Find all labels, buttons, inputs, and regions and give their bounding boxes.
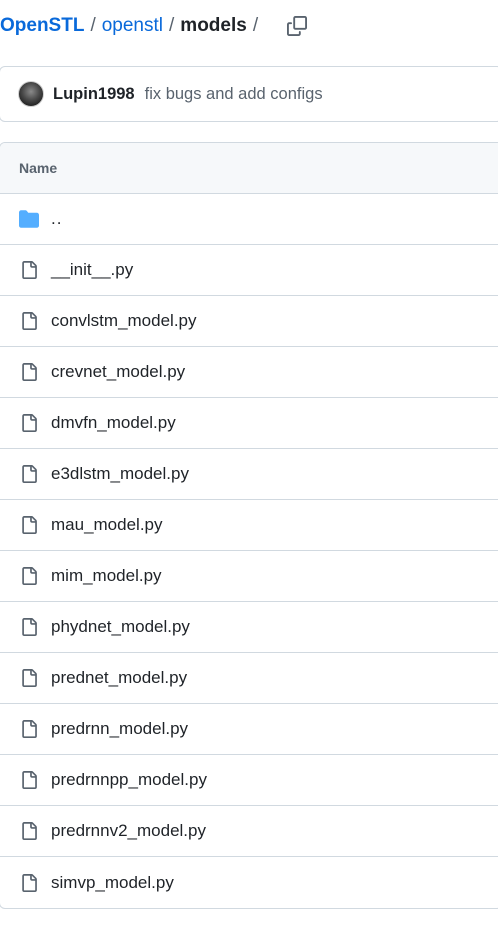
breadcrumb-separator: / — [252, 15, 259, 36]
commit-message-link[interactable]: fix bugs and add configs — [145, 85, 323, 104]
file-row[interactable]: phydnet_model.py — [0, 602, 498, 653]
file-row[interactable]: prednet_model.py — [0, 653, 498, 704]
file-row[interactable]: predrnnpp_model.py — [0, 755, 498, 806]
file-icon — [18, 872, 40, 894]
file-name-link[interactable]: prednet_model.py — [51, 668, 187, 688]
file-icon — [18, 565, 40, 587]
file-row[interactable]: crevnet_model.py — [0, 347, 498, 398]
file-name-link[interactable]: __init__.py — [51, 260, 133, 280]
parent-directory-link[interactable]: .. — [51, 209, 62, 229]
file-icon — [18, 412, 40, 434]
breadcrumb-separator: / — [90, 15, 96, 36]
breadcrumb-owner-link[interactable]: OpenSTL — [0, 15, 84, 37]
breadcrumb-repo-link[interactable]: openstl — [102, 15, 163, 37]
file-icon — [18, 616, 40, 638]
file-name-link[interactable]: dmvfn_model.py — [51, 413, 176, 433]
file-row[interactable]: e3dlstm_model.py — [0, 449, 498, 500]
file-icon — [18, 310, 40, 332]
file-row[interactable]: simvp_model.py — [0, 857, 498, 908]
latest-commit-bar: Lupin1998 fix bugs and add configs — [0, 66, 498, 122]
file-name-link[interactable]: simvp_model.py — [51, 873, 174, 893]
file-name-link[interactable]: predrnnv2_model.py — [51, 821, 206, 841]
file-name-link[interactable]: e3dlstm_model.py — [51, 464, 189, 484]
file-icon — [18, 769, 40, 791]
file-name-link[interactable]: predrnn_model.py — [51, 719, 188, 739]
name-column-header: Name — [19, 160, 58, 176]
copy-path-button[interactable] — [286, 15, 308, 37]
file-icon — [18, 259, 40, 281]
file-name-link[interactable]: mau_model.py — [51, 515, 163, 535]
table-header: Name — [0, 143, 498, 194]
file-row[interactable]: predrnnv2_model.py — [0, 806, 498, 857]
folder-icon — [18, 208, 40, 230]
file-icon — [18, 361, 40, 383]
breadcrumb: OpenSTL / openstl / models / — [0, 12, 308, 40]
file-name-link[interactable]: mim_model.py — [51, 566, 162, 586]
avatar[interactable] — [18, 81, 44, 107]
file-row[interactable]: convlstm_model.py — [0, 296, 498, 347]
file-icon — [18, 514, 40, 536]
breadcrumb-current-folder: models — [180, 15, 247, 36]
file-row[interactable]: mau_model.py — [0, 500, 498, 551]
file-name-link[interactable]: phydnet_model.py — [51, 617, 190, 637]
commit-author-link[interactable]: Lupin1998 — [53, 85, 135, 104]
file-name-link[interactable]: predrnnpp_model.py — [51, 770, 207, 790]
file-name-link[interactable]: convlstm_model.py — [51, 311, 197, 331]
file-name-link[interactable]: crevnet_model.py — [51, 362, 185, 382]
file-icon — [18, 820, 40, 842]
file-row[interactable]: predrnn_model.py — [0, 704, 498, 755]
file-row[interactable]: __init__.py — [0, 245, 498, 296]
file-icon — [18, 667, 40, 689]
file-icon — [18, 463, 40, 485]
file-table: Name .. __init__.py convlstm_model.py cr… — [0, 142, 498, 909]
file-icon — [18, 718, 40, 740]
parent-directory-row[interactable]: .. — [0, 194, 498, 245]
file-row[interactable]: dmvfn_model.py — [0, 398, 498, 449]
file-row[interactable]: mim_model.py — [0, 551, 498, 602]
breadcrumb-separator: / — [169, 15, 175, 36]
copy-icon — [287, 16, 308, 36]
